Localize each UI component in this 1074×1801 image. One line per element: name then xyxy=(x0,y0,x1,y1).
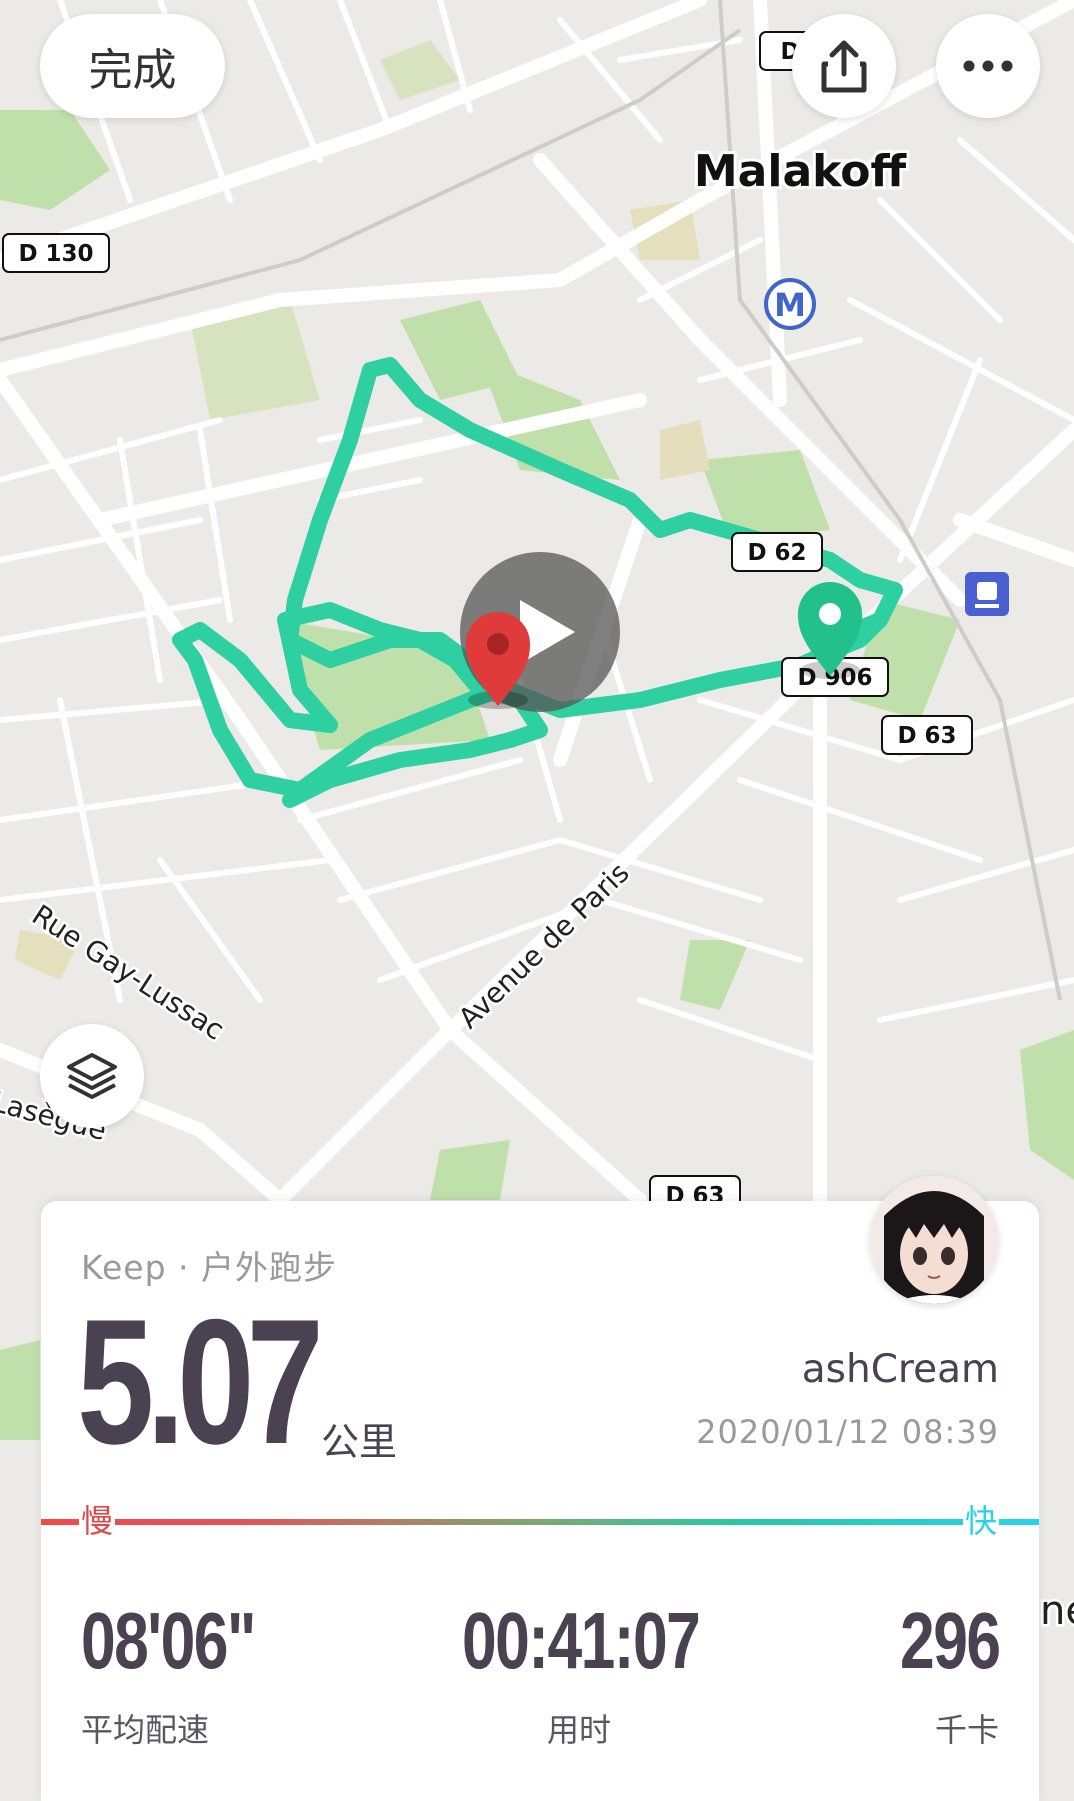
duration-label: 用时 xyxy=(546,1711,611,1749)
map-layers-button[interactable] xyxy=(40,1024,144,1128)
metro-icon: M xyxy=(764,278,816,330)
svg-text:D 130: D 130 xyxy=(18,241,93,267)
city-label: Malakoff xyxy=(694,146,908,197)
avg-pace-value: 08'06" xyxy=(81,1596,256,1685)
distance-value: 5.07 xyxy=(77,1282,324,1481)
more-dots-icon xyxy=(963,60,1013,72)
start-marker-icon xyxy=(798,582,862,679)
done-label: 完成 xyxy=(88,45,177,96)
calories-label: 千卡 xyxy=(934,1711,999,1749)
svg-text:D 62: D 62 xyxy=(747,540,806,566)
road-badge: D 62 xyxy=(731,532,823,572)
username[interactable]: ashCream xyxy=(802,1347,999,1392)
train-station-icon xyxy=(965,572,1009,616)
activity-datetime: 2020/01/12 08:39 xyxy=(696,1413,999,1451)
svg-text:M: M xyxy=(774,286,806,324)
park-area xyxy=(0,1340,40,1440)
road-badge: D 63 xyxy=(881,715,973,755)
user-avatar-image xyxy=(870,1176,998,1304)
distance-unit: 公里 xyxy=(321,1420,398,1464)
calories-value: 296 xyxy=(899,1596,1001,1685)
share-button[interactable] xyxy=(792,14,896,118)
duration-value: 00:41:07 xyxy=(462,1596,701,1685)
pace-gradient-bar xyxy=(41,1519,1039,1525)
road-badge: D 130 xyxy=(2,233,110,273)
activity-summary-card: Keep · 户外跑步 5.07 公里 ashCream 2020/01/12 … xyxy=(41,1201,1039,1801)
avatar[interactable] xyxy=(870,1176,998,1304)
more-options-button[interactable] xyxy=(936,14,1040,118)
layers-icon xyxy=(67,1053,117,1099)
svg-text:D 63: D 63 xyxy=(897,723,956,749)
finish-marker-icon xyxy=(466,612,530,709)
pace-slow-label: 慢 xyxy=(79,1501,116,1541)
avg-pace-label: 平均配速 xyxy=(81,1711,210,1749)
done-button[interactable]: 完成 xyxy=(40,14,225,118)
pace-fast-label: 快 xyxy=(963,1501,1000,1541)
street-label: ne xyxy=(1040,1588,1074,1634)
share-icon xyxy=(821,40,867,93)
